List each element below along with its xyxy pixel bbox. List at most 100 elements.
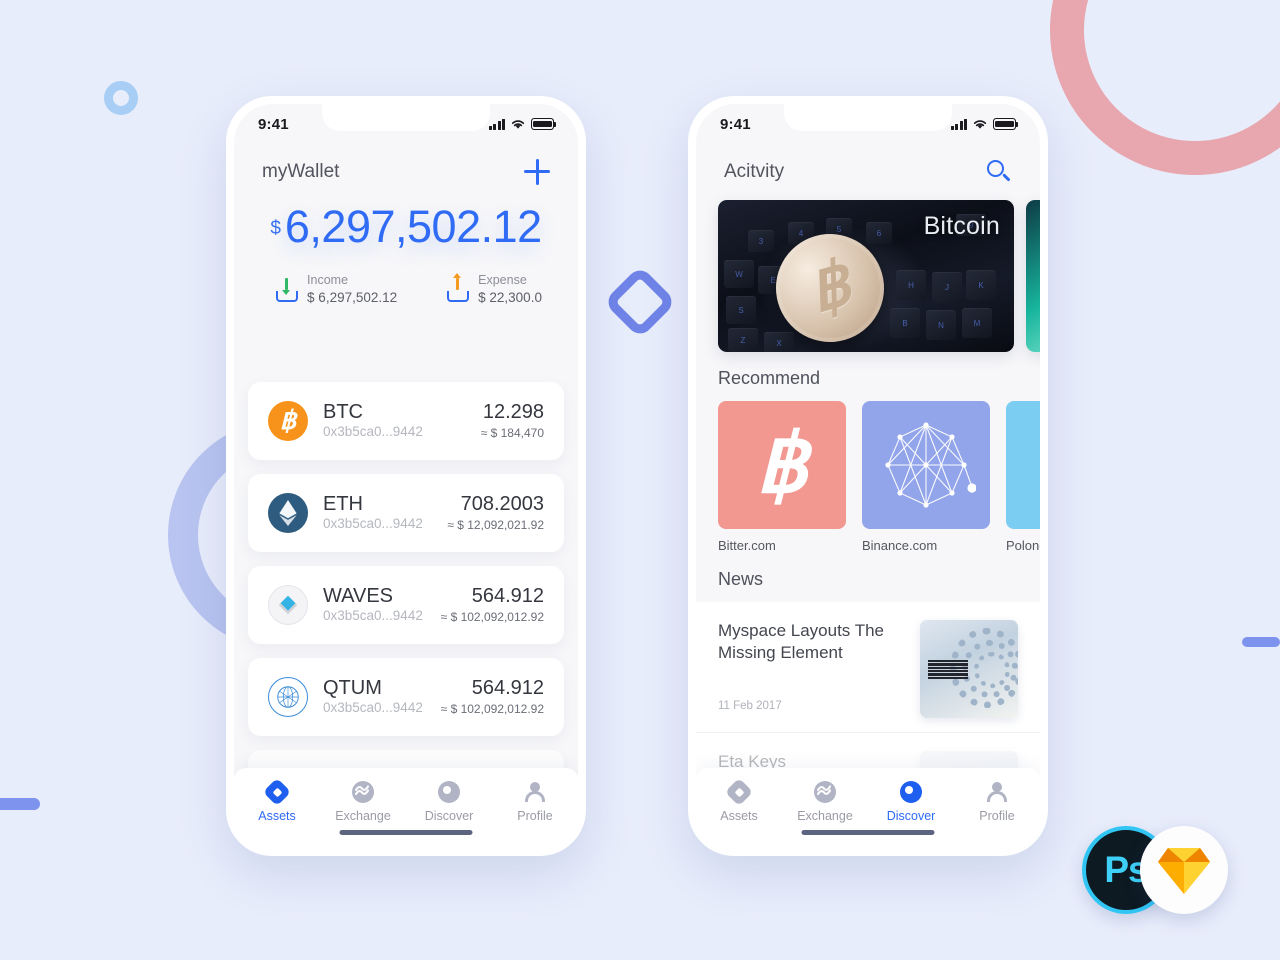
- download-tray-icon: [276, 277, 299, 302]
- phone-assets-screen: 9:41 myWallet $ 6,297,502.12 Income $ 6,…: [226, 96, 586, 856]
- network-polygon-icon: [862, 401, 990, 529]
- table-row[interactable]: ETH 0x3b5ca0...9442 708.2003 ≈ $ 12,092,…: [248, 474, 564, 552]
- income-summary: Income $ 6,297,502.12: [276, 272, 397, 307]
- table-row[interactable]: QTUM 0x3b5ca0...9442 564.912 ≈ $ 102,092…: [248, 658, 564, 736]
- phone-discover-screen: 9:41 Acitvity W E S Z X H J K B N M 3 4 …: [688, 96, 1048, 856]
- tab-bar-discover: Assets Exchange Discover Profile: [696, 768, 1040, 848]
- hero-card-secondary[interactable]: [1026, 200, 1040, 352]
- ethereum-coin-icon: [268, 493, 308, 533]
- wifi-icon: [973, 120, 987, 129]
- status-icons: [488, 118, 557, 130]
- ibm-logo-icon: [928, 660, 968, 679]
- compass-circle-icon: [437, 780, 461, 804]
- tab-bar-assets: Assets Exchange Discover Profile: [234, 768, 578, 848]
- page-title: myWallet: [262, 161, 340, 182]
- signal-bars-icon: [488, 118, 505, 130]
- balance-amount: 6,297,502.12: [284, 201, 542, 252]
- tab-label: Exchange: [797, 809, 853, 823]
- bitcoin-coin-icon: ฿: [268, 401, 308, 441]
- battery-icon: [993, 118, 1019, 130]
- app-header-assets: myWallet: [234, 144, 578, 200]
- decoration-ring-lightblue: [104, 81, 138, 115]
- balance-block: $ 6,297,502.12 Income $ 6,297,502.12 Exp…: [234, 204, 578, 307]
- wave-circle-icon: [351, 780, 375, 804]
- tab-label: Discover: [424, 809, 474, 823]
- news-title: Myspace Layouts The Missing Element: [718, 621, 884, 663]
- tab-assets[interactable]: Assets: [696, 777, 782, 823]
- bitcoin-b-icon: ฿: [718, 401, 846, 529]
- tab-label: Exchange: [335, 809, 391, 823]
- flow-summary: Income $ 6,297,502.12 Expense $ 22,300.0: [234, 272, 578, 307]
- tab-label: Assets: [258, 809, 296, 823]
- section-title-news: News: [718, 569, 764, 589]
- list-item[interactable]: Polone: [1006, 401, 1040, 553]
- asset-amount: 564.912: [471, 584, 544, 607]
- asset-symbol: ETH: [323, 492, 363, 515]
- search-icon[interactable]: [986, 159, 1012, 185]
- asset-fiat-value: ≈ $ 102,092,012.92: [440, 701, 544, 716]
- tool-badges: Ps: [1082, 826, 1242, 916]
- list-item[interactable]: Binance.com: [862, 401, 990, 553]
- expense-label: Expense: [478, 273, 527, 287]
- notch: [322, 104, 490, 131]
- tab-exchange[interactable]: Exchange: [320, 780, 406, 823]
- asset-fiat-value: ≈ $ 102,092,012.92: [440, 609, 544, 624]
- tab-profile[interactable]: Profile: [954, 780, 1040, 823]
- person-icon: [985, 780, 1009, 804]
- tab-profile[interactable]: Profile: [492, 780, 578, 823]
- asset-address: 0x3b5ca0...9442: [323, 699, 423, 715]
- asset-amount: 564.912: [471, 676, 544, 699]
- status-time: 9:41: [258, 115, 289, 133]
- qtum-coin-icon: [268, 677, 308, 717]
- tab-exchange[interactable]: Exchange: [782, 780, 868, 823]
- expense-value: $ 22,300.0: [478, 289, 542, 305]
- signal-bars-icon: [950, 118, 967, 130]
- diamond-icon: [262, 777, 292, 807]
- sketch-icon: [1140, 826, 1228, 914]
- upload-tray-icon: [447, 272, 470, 302]
- table-row[interactable]: ฿ BTC 0x3b5ca0...9442 12.298 ≈ $ 184,470: [248, 382, 564, 460]
- decoration-ring-pink: [1050, 0, 1280, 175]
- asset-address: 0x3b5ca0...9442: [323, 423, 423, 439]
- tab-assets[interactable]: Assets: [234, 777, 320, 823]
- person-icon: [523, 780, 547, 804]
- income-value: $ 6,297,502.12: [307, 289, 398, 305]
- news-date: 11 Feb 2017: [718, 700, 782, 713]
- asset-symbol: QTUM: [323, 676, 382, 699]
- wifi-icon: [511, 120, 525, 129]
- plus-icon[interactable]: [524, 159, 550, 185]
- ibm-server-photo: [920, 620, 1018, 718]
- income-label: Income: [307, 273, 349, 287]
- dot-icon: [1006, 401, 1040, 529]
- asset-amount: 12.298: [482, 400, 544, 423]
- status-icons: [950, 118, 1019, 130]
- hero-card-bitcoin[interactable]: W E S Z X H J K B N M 3 4 5 6 9 ฿ Bitcoi…: [718, 200, 1014, 352]
- compass-circle-icon: [899, 780, 923, 804]
- list-item[interactable]: Myspace Layouts The Missing Element 11 F…: [696, 602, 1040, 733]
- app-header-discover: Acitvity: [696, 144, 1040, 200]
- battery-icon: [531, 118, 557, 130]
- asset-symbol: BTC: [323, 400, 363, 423]
- section-title-recommend: Recommend: [718, 368, 821, 388]
- asset-address: 0x3b5ca0...9442: [323, 607, 423, 623]
- tab-label: Assets: [720, 809, 758, 823]
- hero-label: Bitcoin: [923, 212, 1000, 240]
- hero-carousel[interactable]: W E S Z X H J K B N M 3 4 5 6 9 ฿ Bitcoi…: [696, 200, 1040, 352]
- expense-summary: Expense $ 22,300.0: [447, 272, 542, 307]
- asset-symbol: WAVES: [323, 584, 394, 607]
- recommend-list: ฿ Bitter.com Binance.com Polon: [696, 401, 1040, 553]
- asset-amount: 708.2003: [460, 492, 544, 515]
- discover-body: W E S Z X H J K B N M 3 4 5 6 9 ฿ Bitcoi…: [696, 200, 1040, 848]
- list-item[interactable]: ฿ Bitter.com: [718, 401, 846, 553]
- wave-circle-icon: [813, 780, 837, 804]
- tab-discover[interactable]: Discover: [868, 780, 954, 823]
- decoration-diamond-outline: [603, 265, 677, 339]
- tab-label: Profile: [979, 809, 1015, 823]
- asset-fiat-value: ≈ $ 184,470: [480, 425, 544, 440]
- table-row[interactable]: WAVES 0x3b5ca0...9442 564.912 ≈ $ 102,09…: [248, 566, 564, 644]
- asset-fiat-value: ≈ $ 12,092,021.92: [447, 517, 544, 532]
- tab-discover[interactable]: Discover: [406, 780, 492, 823]
- page-title: Acitvity: [724, 161, 785, 182]
- waves-coin-icon: [268, 585, 308, 625]
- diamond-icon: [724, 777, 754, 807]
